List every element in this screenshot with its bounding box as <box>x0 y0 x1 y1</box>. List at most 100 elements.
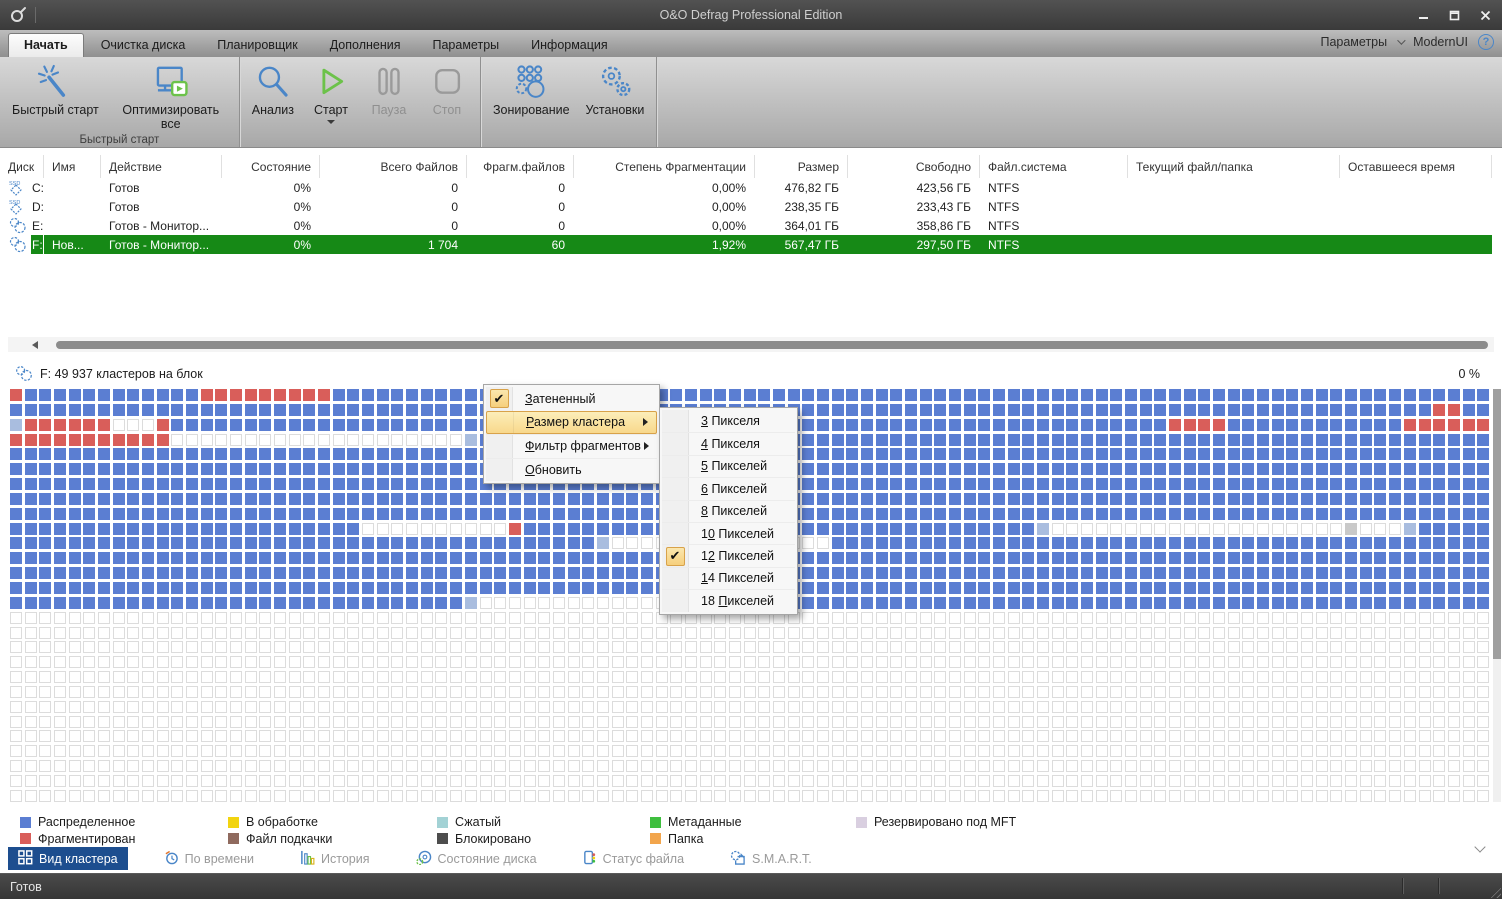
cluster-cell <box>1140 434 1152 446</box>
submenu-item-3-пикселя[interactable]: 3 Пикселя <box>662 410 795 432</box>
column-header-фрагм.файлов[interactable]: Фрагм.файлов <box>467 155 574 178</box>
cluster-cell <box>1140 523 1152 535</box>
help-icon[interactable]: ? <box>1478 34 1494 50</box>
cluster-cell <box>1286 730 1298 742</box>
drive-row-e[interactable]: E:Готов - Монитор...0%000,00%364,01 ГБ35… <box>0 216 1492 235</box>
submenu-item-8-пикселей[interactable]: 8 Пикселей <box>662 500 795 522</box>
column-header-диск[interactable]: Диск <box>0 155 44 178</box>
cluster-cell <box>142 508 154 520</box>
cluster-cell <box>920 552 932 564</box>
view-tab-состояние-диска[interactable]: Состояние диска <box>406 847 547 870</box>
ribbon-tab-информация[interactable]: Информация <box>516 34 623 57</box>
ribbon-tab-параметры[interactable]: Параметры <box>418 34 515 57</box>
cluster-cell <box>98 404 110 416</box>
column-header-свободно[interactable]: Свободно <box>848 155 980 178</box>
close-icon[interactable] <box>1474 6 1496 24</box>
column-header-оставшееся-время[interactable]: Оставшееся время <box>1340 155 1492 178</box>
submenu-item-5-пикселей[interactable]: 5 Пикселей <box>662 455 795 477</box>
cluster-cell <box>1081 760 1093 772</box>
cluster-cell <box>1242 508 1254 520</box>
cluster-cell <box>289 478 301 490</box>
cluster-cell <box>303 448 315 460</box>
horizontal-scrollbar-thumb[interactable] <box>56 341 1488 349</box>
cluster-cell <box>582 493 594 505</box>
ribbon-tab-очистка-диска[interactable]: Очистка диска <box>86 34 201 57</box>
modernui-toggle[interactable]: ModernUI <box>1413 35 1468 49</box>
drive-row-f[interactable]: F:Нов...Готов - Монитор...0%1 704601,92%… <box>0 235 1492 254</box>
cluster-cell <box>1125 686 1137 698</box>
view-tab-s.m.a.r.t.[interactable]: S.M.A.R.T. <box>720 847 822 870</box>
column-header-имя[interactable]: Имя <box>44 155 101 178</box>
scroll-left-arrow-icon[interactable] <box>32 341 38 349</box>
view-tab-статус-файла[interactable]: Статус файла <box>573 847 694 870</box>
cluster-cell <box>1242 523 1254 535</box>
cell-всего-файлов: 0 <box>320 178 467 197</box>
cluster-cell <box>817 745 829 757</box>
submenu-item-6-пикселей[interactable]: 6 Пикселей <box>662 477 795 499</box>
chevron-down-icon[interactable] <box>327 120 335 124</box>
cluster-cell <box>729 760 741 772</box>
cluster-cell <box>1477 760 1489 772</box>
cluster-cell <box>1330 760 1342 772</box>
menu-item-размер-кластера[interactable]: Размер кластера <box>486 411 657 435</box>
submenu-item-18-пикселей[interactable]: 18 Пикселей <box>662 589 795 611</box>
зонирование-button[interactable]: Зонирование <box>485 59 578 120</box>
horizontal-scrollbar[interactable] <box>8 337 1494 352</box>
ribbon-tab-дополнения[interactable]: Дополнения <box>315 34 416 57</box>
cluster-cell <box>435 552 447 564</box>
cluster-cell <box>626 537 638 549</box>
старт-button[interactable]: Старт <box>302 59 360 127</box>
cell-диск: SSDD: <box>0 197 44 216</box>
view-tab-история[interactable]: История <box>290 847 379 870</box>
cluster-cell <box>1008 537 1020 549</box>
cluster-cell <box>1316 434 1328 446</box>
submenu-item-10-пикселей[interactable]: 10 Пикселей <box>662 522 795 544</box>
cluster-cell <box>25 434 37 446</box>
cluster-cell <box>832 686 844 698</box>
cluster-cell <box>993 434 1005 446</box>
ribbon-tab-планировщик[interactable]: Планировщик <box>202 34 312 57</box>
view-tab-по-времени[interactable]: По времени <box>154 847 264 870</box>
cluster-cell <box>274 686 286 698</box>
menu-item-обновить[interactable]: Обновить <box>486 458 657 482</box>
column-header-степень-фрагментации[interactable]: Степень Фрагментации <box>574 155 755 178</box>
установки-button[interactable]: Установки <box>578 59 653 120</box>
submenu-item-4-пикселя[interactable]: 4 Пикселя <box>662 432 795 454</box>
cluster-cell <box>817 730 829 742</box>
cluster-cell <box>758 671 770 683</box>
cluster-cell <box>1374 597 1386 609</box>
drive-row-c[interactable]: SSDC:Готов0%000,00%476,82 ГБ423,56 ГБNTF… <box>0 178 1492 197</box>
column-header-всего-файлов[interactable]: Всего Файлов <box>320 155 467 178</box>
minimize-icon[interactable] <box>1412 6 1434 24</box>
оптимизировать-все-button[interactable]: Оптимизировать все <box>107 59 235 134</box>
maximize-icon[interactable] <box>1443 6 1465 24</box>
cluster-cell <box>993 686 1005 698</box>
chevron-down-icon[interactable] <box>1474 841 1485 852</box>
cluster-cell <box>245 537 257 549</box>
view-tab-вид-кластера[interactable]: Вид кластера <box>8 847 128 870</box>
vertical-scrollbar[interactable] <box>1493 389 1501 802</box>
cluster-cell <box>450 434 462 446</box>
column-header-текущий-файл-папка[interactable]: Текущий файл/папка <box>1128 155 1340 178</box>
column-header-файл.система[interactable]: Файл.система <box>980 155 1128 178</box>
cluster-cell <box>949 686 961 698</box>
ribbon-tab-начать[interactable]: Начать <box>8 33 84 57</box>
column-header-состояние[interactable]: Состояние <box>222 155 320 178</box>
submenu-item-14-пикселей[interactable]: 14 Пикселей <box>662 567 795 589</box>
drive-row-d[interactable]: SSDD:Готов0%000,00%238,35 ГБ233,43 ГБNTF… <box>0 197 1492 216</box>
menu-item-затененный[interactable]: ✔Затененный <box>486 387 657 411</box>
cluster-cell <box>1463 671 1475 683</box>
column-header-действие[interactable]: Действие <box>101 155 222 178</box>
cell-действие: Готов - Монитор... <box>101 216 222 235</box>
cluster-cell <box>905 582 917 594</box>
cluster-cell <box>1330 612 1342 624</box>
ribbon-options-button[interactable]: Параметры <box>1320 35 1387 49</box>
cluster-cell <box>377 404 389 416</box>
submenu-item-12-пикселей[interactable]: ✔12 Пикселей <box>662 544 795 566</box>
menu-item-фильтр-фрагментов[interactable]: Фильтр фрагментов <box>486 434 657 458</box>
cluster-cell <box>1213 745 1225 757</box>
анализ-button[interactable]: Анализ <box>244 59 302 120</box>
быстрый-старт-button[interactable]: Быстрый старт <box>4 59 107 120</box>
vertical-scrollbar-thumb[interactable] <box>1493 389 1501 659</box>
column-header-размер[interactable]: Размер <box>755 155 848 178</box>
